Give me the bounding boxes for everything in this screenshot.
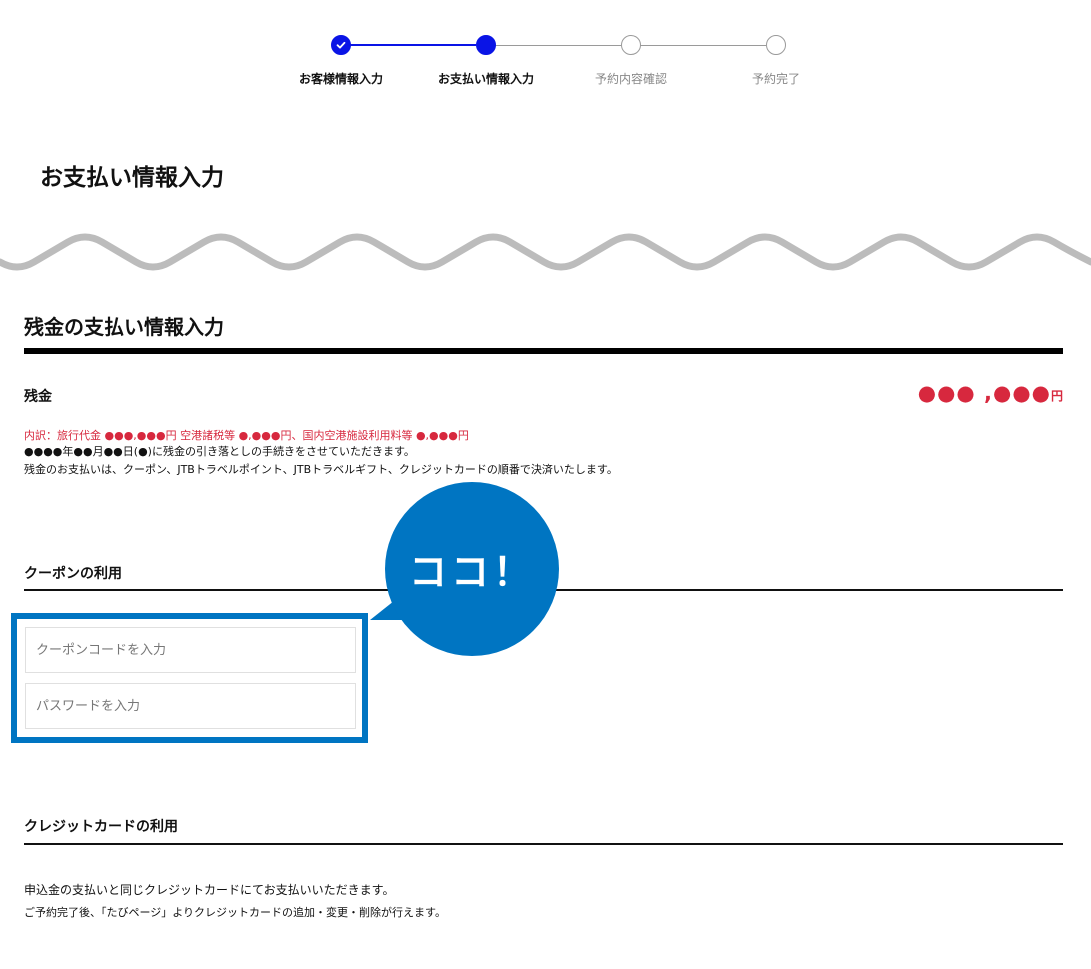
step-connector-1 xyxy=(350,44,476,46)
section-divider-thick xyxy=(24,348,1063,354)
balance-amount-unit: 円 xyxy=(1050,389,1063,403)
step-3-dot xyxy=(621,35,641,55)
step-1-label: お客様情報入力 xyxy=(298,72,383,86)
step-1-dot xyxy=(331,35,351,55)
credit-card-section-divider xyxy=(24,843,1063,845)
step-4-label: 予約完了 xyxy=(751,72,800,86)
payment-order-note: 残金のお支払いは、クーポン、JTBトラベルポイント、JTBトラベルギフト、クレジ… xyxy=(24,463,618,476)
coupon-code-input[interactable] xyxy=(25,627,356,673)
callout-text: ココ！ xyxy=(408,550,535,594)
withdrawal-note: ●●●●年●●月●●日(●)に残金の引き落としの手続きをさせていただきます。 xyxy=(24,445,415,458)
step-2-label: お支払い情報入力 xyxy=(437,72,534,86)
check-icon xyxy=(336,41,346,49)
step-3-label: 予約内容確認 xyxy=(594,72,667,86)
balance-breakdown: 内訳：旅行代金 ●●●,●●●円 空港諸税等 ●,●●●円、国内空港施設利用料等… xyxy=(24,429,469,442)
credit-card-management-note: ご予約完了後、「たびページ」よりクレジットカードの追加・変更・削除が行えます。 xyxy=(24,906,446,919)
page-title: お支払い情報入力 xyxy=(40,165,224,191)
step-connector-2 xyxy=(495,45,621,46)
step-2-dot xyxy=(476,35,496,55)
step-4-dot xyxy=(766,35,786,55)
balance-amount-value: ●●● ,●●● xyxy=(917,381,1051,405)
balance-label: 残金 xyxy=(24,389,52,405)
step-connector-3 xyxy=(640,45,766,46)
credit-card-section-title: クレジットカードの利用 xyxy=(24,819,178,835)
coupon-section-title: クーポンの利用 xyxy=(24,566,122,582)
coupon-password-input[interactable] xyxy=(25,683,356,729)
balance-amount: ●●● ,●●●円 xyxy=(918,381,1063,405)
wavy-divider xyxy=(0,233,1091,271)
credit-card-note: 申込金の支払いと同じクレジットカードにてお支払いいただきます。 xyxy=(24,883,395,897)
balance-section-title: 残金の支払い情報入力 xyxy=(24,315,224,339)
